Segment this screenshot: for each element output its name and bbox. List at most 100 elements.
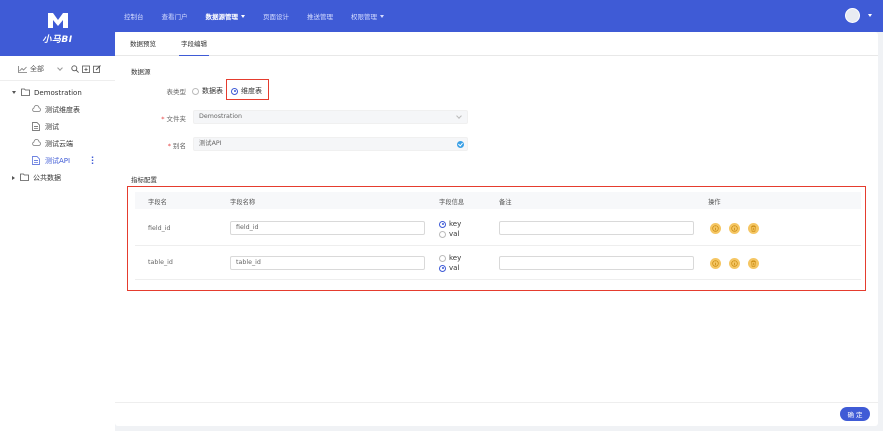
caret-down-icon[interactable]: [12, 91, 16, 94]
radio-data-table[interactable]: 数据表: [192, 86, 223, 96]
top-nav-bar: 控制台 查看门户 数据源管理 页面设计 推送管理 权限管理: [0, 0, 883, 32]
tree-node-api[interactable]: 测试API · · ·: [0, 152, 115, 169]
chevron-down-icon: [57, 65, 63, 71]
tree-node-label: 测试API: [45, 156, 71, 165]
tree-node-public-data[interactable]: 公共数据: [0, 169, 115, 186]
column-header-field: 字段名: [148, 199, 167, 206]
filter-select[interactable]: 全部: [18, 64, 68, 74]
radio-circle-selected: [439, 220, 446, 228]
metrics-section-title: 指标配置: [131, 176, 157, 184]
folder-label-text: 文件夹: [166, 115, 187, 123]
footer-divider: [115, 402, 878, 403]
main-nav: 控制台 查看门户 数据源管理 页面设计 推送管理 权限管理: [124, 0, 402, 32]
radio-label: key: [449, 254, 462, 262]
radio-circle: [439, 254, 446, 262]
file-icon: [32, 122, 41, 131]
tree-node-label: 测试云端: [45, 139, 73, 148]
column-header-name: 字段名称: [230, 199, 256, 206]
table-type-label: 表类型: [166, 88, 187, 96]
nav-item-console[interactable]: 控制台: [124, 11, 144, 21]
trash-icon[interactable]: [748, 223, 759, 234]
tree-node-test[interactable]: 测试: [0, 118, 115, 135]
add-folder-icon[interactable]: [82, 65, 90, 73]
column-header-actions: 操作: [708, 199, 721, 206]
tree-node-label: 公共数据: [33, 173, 61, 182]
trash-icon[interactable]: [748, 258, 759, 269]
required-mark: *: [161, 115, 165, 123]
radio-label: 数据表: [202, 87, 223, 95]
note-input[interactable]: [499, 221, 694, 235]
confirm-button[interactable]: 确 定: [840, 407, 870, 421]
filter-select-value: 全部: [30, 65, 44, 73]
table-row: table_id table_id key val: [135, 246, 861, 280]
info-icon[interactable]: [710, 223, 721, 234]
caret-right-icon[interactable]: [12, 175, 15, 180]
radio-key[interactable]: key: [439, 220, 461, 228]
search-icon[interactable]: [71, 65, 79, 73]
table-row: field_id field_id key val: [135, 212, 861, 246]
radio-key[interactable]: key: [439, 254, 461, 262]
field-info-radio-group: key val: [439, 254, 461, 274]
check-circle-icon: [457, 141, 464, 148]
cloud-icon: [32, 105, 41, 114]
radio-label: key: [449, 220, 462, 228]
alias-label: * 别名: [126, 140, 186, 150]
radio-val[interactable]: val: [439, 264, 461, 272]
logo-icon: [47, 12, 68, 28]
folder-select[interactable]: Demostration: [193, 110, 468, 124]
field-name-input[interactable]: field_id: [230, 221, 425, 235]
sidebar: 全部 Demostration 测试维度表 测试 测试云端 测试API · · ·: [0, 56, 115, 431]
nav-item-datasource-label: 数据源管理: [205, 13, 239, 21]
field-name-input[interactable]: table_id: [230, 256, 425, 270]
alias-input-value: 测试API: [199, 140, 222, 147]
required-mark: *: [167, 142, 171, 150]
nav-item-portal[interactable]: 查看门户: [162, 11, 188, 21]
brand-name: 小马BI: [42, 34, 73, 45]
folder-icon: [21, 88, 30, 97]
radio-val[interactable]: val: [439, 230, 461, 238]
cell-field: table_id: [148, 259, 173, 266]
radio-circle-selected: [439, 264, 446, 272]
field-info-radio-group: key val: [439, 220, 461, 240]
folder-icon: [20, 173, 29, 182]
file-icon: [32, 156, 41, 165]
logo-block[interactable]: 小马BI: [0, 0, 115, 56]
info-icon[interactable]: [729, 258, 740, 269]
folder-select-value: Demostration: [199, 113, 242, 120]
radio-label: val: [449, 264, 460, 272]
edit-icon[interactable]: [93, 65, 101, 73]
cloud-icon: [32, 139, 41, 148]
caret-down-icon: [241, 14, 245, 18]
nav-item-push[interactable]: 推送管理: [307, 11, 333, 21]
folder-label: * 文件夹: [126, 113, 186, 123]
nav-item-page-design[interactable]: 页面设计: [263, 11, 289, 21]
info-icon[interactable]: [729, 223, 740, 234]
tree-node-dimension-table[interactable]: 测试维度表: [0, 101, 115, 118]
folder-tree: Demostration 测试维度表 测试 测试云端 测试API · · · 公共数…: [0, 84, 115, 186]
alias-label-text: 别名: [173, 142, 186, 150]
tree-node-label: Demostration: [34, 88, 82, 97]
chart-line-icon: [18, 65, 27, 73]
nav-item-permission-label: 权限管理: [351, 13, 377, 21]
avatar-caret-icon[interactable]: [868, 14, 872, 17]
cell-field: field_id: [148, 225, 171, 232]
sidebar-divider: [0, 80, 115, 81]
highlight-box-radio: [226, 79, 269, 100]
nav-item-permission[interactable]: 权限管理: [351, 11, 384, 21]
tree-node-demostration[interactable]: Demostration: [0, 84, 115, 101]
more-vertical-icon[interactable]: · · ·: [91, 154, 94, 168]
tree-node-label: 测试: [45, 122, 59, 131]
column-header-note: 备注: [499, 199, 512, 206]
tab-data-preview[interactable]: 数据预览: [130, 32, 156, 56]
alias-input[interactable]: 测试API: [193, 137, 468, 151]
tab-field-edit[interactable]: 字段编辑: [179, 32, 209, 56]
info-icon[interactable]: [710, 258, 721, 269]
user-avatar[interactable]: [845, 8, 860, 23]
tree-node-cloud[interactable]: 测试云端: [0, 135, 115, 152]
tree-node-label: 测试维度表: [45, 105, 80, 114]
column-header-info: 字段信息: [439, 199, 465, 206]
nav-item-datasource[interactable]: 数据源管理: [205, 11, 245, 21]
note-input[interactable]: [499, 256, 694, 270]
radio-circle: [192, 87, 199, 95]
datasource-section-title: 数据源: [131, 68, 151, 76]
